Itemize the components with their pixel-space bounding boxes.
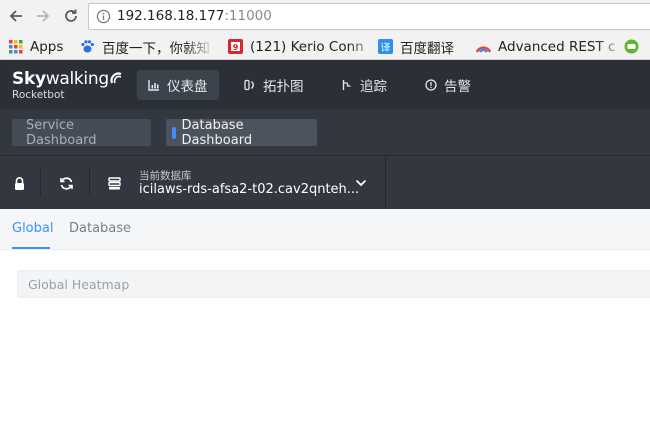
bookmark-kerio[interactable]: 9 (121) Kerio Conn	[228, 37, 380, 56]
current-database-label: 当前数据库	[139, 170, 192, 182]
forward-button[interactable]	[32, 5, 54, 27]
back-button[interactable]	[5, 5, 27, 27]
baidu-translate-icon: 译	[378, 39, 393, 54]
menu-label: 仪表盘	[167, 79, 208, 95]
dashboard-toolbar: 当前数据库 icilaws-rds-afsa2-t02.cav2qnteh...	[0, 156, 650, 209]
apps-grid-icon	[8, 39, 23, 54]
refresh-icon	[59, 176, 73, 190]
refresh-button[interactable]	[55, 172, 77, 194]
arrow-left-icon	[9, 10, 22, 22]
bookmark-baidu-translate[interactable]: 译 百度翻译	[378, 37, 454, 57]
svg-text:译: 译	[381, 42, 391, 54]
tab-label: Service Dashboard	[26, 117, 97, 148]
skywalking-logo[interactable]: Sky walking Rocketbot	[12, 70, 122, 101]
arc-icon	[476, 39, 491, 54]
global-heatmap-panel: Global Heatmap	[17, 270, 650, 298]
panel-title: Global Heatmap	[28, 277, 130, 292]
url-text: 192.168.18.177:11000	[117, 8, 272, 24]
current-database-select[interactable]: icilaws-rds-afsa2-t02.cav2qnteh...	[139, 182, 359, 197]
tab-service-dashboard[interactable]: Service Dashboard	[12, 117, 151, 148]
bookmarks-bar: Apps 百度一下，你就知 9 (121) Kerio Conn 译 百度翻译 …	[0, 33, 650, 60]
menu-item-dashboard[interactable]: 仪表盘	[137, 70, 219, 100]
database-icon	[107, 176, 121, 189]
kerio-icon: 9	[228, 39, 243, 54]
svg-text:9: 9	[233, 43, 239, 52]
bookmark-advanced-rest[interactable]: Advanced REST c	[476, 37, 628, 56]
active-subtab-underline	[12, 247, 50, 249]
divider	[385, 156, 386, 209]
divider	[40, 168, 41, 197]
bar-chart-icon	[148, 80, 159, 91]
logo-title-walking: walking	[45, 69, 109, 89]
subtab-global[interactable]: Global	[12, 221, 53, 236]
url-bar[interactable]: 192.168.18.177:11000	[88, 3, 650, 30]
reload-icon	[65, 9, 77, 22]
menu-item-topology[interactable]: 拓扑图	[233, 70, 315, 100]
info-icon	[96, 9, 111, 24]
app-header: Sky walking Rocketbot 仪表盘 拓扑图 追踪 告警	[0, 60, 650, 109]
database-icon-holder	[103, 172, 125, 194]
menu-item-trace[interactable]: 追踪	[330, 70, 398, 100]
lock-button[interactable]	[8, 172, 30, 194]
bookmark-label: Apps	[30, 38, 64, 55]
menu-label: 拓扑图	[263, 79, 304, 95]
menu-item-alert[interactable]: 告警	[414, 70, 482, 100]
lock-icon	[14, 176, 24, 190]
menu-label: 追踪	[360, 79, 387, 95]
tab-label: Database Dashboard	[181, 117, 253, 148]
bookmark-extension[interactable]	[624, 37, 646, 56]
logo-title-sky: Sky	[12, 69, 46, 89]
bookmark-apps[interactable]: Apps	[8, 37, 63, 56]
subtab-database[interactable]: Database	[69, 221, 131, 236]
logo-subtitle: Rocketbot	[12, 89, 65, 101]
tab-database-dashboard[interactable]: Database Dashboard	[166, 117, 317, 148]
reload-button[interactable]	[60, 5, 82, 27]
active-tab-marker	[172, 126, 176, 139]
dashboard-tab-bar: Service Dashboard Database Dashboard	[0, 109, 650, 156]
bookmark-baidu[interactable]: 百度一下，你就知	[80, 37, 214, 57]
logo-swoosh-icon	[110, 72, 122, 84]
bookmark-label: Advanced REST c	[498, 38, 616, 55]
bookmark-label: (121) Kerio Conn	[250, 38, 364, 55]
topology-icon	[244, 79, 254, 91]
chevron-down-icon[interactable]	[354, 178, 368, 188]
bookmark-label: 百度一下，你就知	[102, 40, 210, 57]
trace-icon	[342, 80, 351, 90]
arrow-right-icon	[37, 10, 50, 22]
baidu-paw-icon	[80, 39, 95, 54]
subtab-bar: Global Database	[0, 209, 650, 250]
chat-bubble-icon	[624, 39, 639, 54]
divider	[89, 168, 90, 197]
alert-icon	[425, 79, 437, 91]
menu-label: 告警	[444, 79, 471, 95]
bookmark-label: 百度翻译	[400, 40, 454, 57]
browser-address-row: 192.168.18.177:11000	[0, 0, 650, 33]
